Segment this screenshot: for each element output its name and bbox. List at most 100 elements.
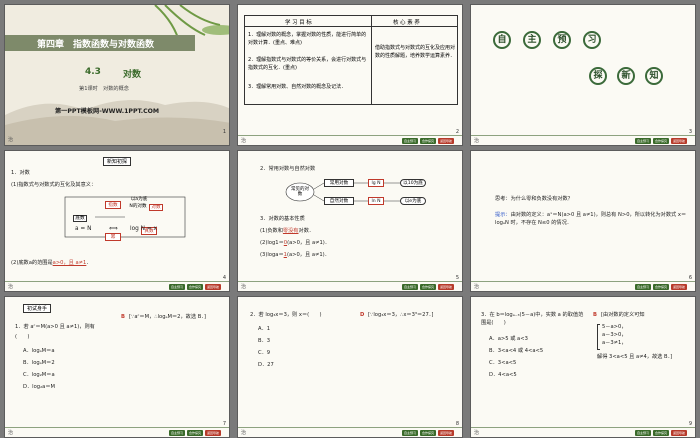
text-line: (3)loga＝1(a>0，且 a≠1)． (260, 251, 330, 259)
nav-btn-1[interactable]: 自主预习 (635, 430, 651, 436)
solution-text: [由对数的定义可知 (601, 312, 645, 318)
option-b: B．3<a<4 或 4<a<5 (489, 348, 544, 354)
goal-2: 2．理解指数式与对数式的等价关系，会进行对数式与指数式的互化．(重点) (248, 57, 367, 71)
question-text: 2．若 log₃x＝3，则 x＝( ) (250, 312, 322, 318)
text-segment: (a>0，且 a≠1)． (286, 252, 330, 258)
footer-nav: 自主预习 合作探究 返回导航 (635, 284, 687, 290)
nav-btn-5[interactable]: 返回导航 (205, 284, 221, 290)
page-number: 3 (688, 129, 692, 135)
option-a: A．1 (258, 326, 271, 332)
answer-letter: B (593, 312, 597, 318)
text-segment: ． (86, 260, 92, 266)
page-number: 5 (455, 275, 459, 281)
footer-label: 治 (8, 137, 14, 143)
hint-body: 由对数的定义：aˣ＝N(a>0 且 a≠1)，则总有 N>0，所以转化为对数式 … (495, 212, 687, 226)
footer-label: 治 (474, 430, 480, 436)
slide-thumbnail-1[interactable]: 第四章 指数函数与对数函数 4.3 对数 第1课时 对数的概念 第一PPT模板网… (4, 4, 230, 146)
footer-label: 治 (8, 430, 14, 436)
literacy-text: 借助指数式与对数式的互化及应用对数的性质解题，培养数学运算素养． (375, 45, 456, 59)
nav-btn-2[interactable]: 合作探究 (420, 138, 436, 144)
nav-btn-2[interactable]: 合作探究 (420, 284, 436, 290)
slide-thumbnail-5[interactable]: 2．常用对数与自然对数 常见的对数 常用对数 自然对数 lg N ln N 以1… (237, 150, 463, 292)
title-row-1: 自 主 预 习 (493, 31, 601, 49)
question-paren: ( ) (15, 334, 30, 340)
text-segment: 对数． (298, 228, 315, 234)
natural-log-box: 自然对数 (324, 197, 354, 205)
slide-thumbnail-3[interactable]: 自 主 预 习 探 新 知 治 自主预习 合作探究 返回导航 3 (470, 4, 696, 146)
title-char: 习 (583, 31, 601, 49)
slide-thumbnail-4[interactable]: 新知初探 1．对数 (1)指数式与对数式的互化及其意义： 指数 底数 幂 以a为… (4, 150, 230, 292)
answer-text: 零没有 (282, 228, 299, 234)
conversion-diagram-lines (64, 196, 186, 238)
label-logarithm: 对数 (149, 204, 163, 211)
nav-btn-5[interactable]: 返回导航 (438, 284, 454, 290)
page-number: 1 (222, 129, 226, 135)
footer-nav: 自主预习 合作探究 返回导航 (402, 430, 454, 436)
footer-nav: 自主预习 合作探究 返回导航 (402, 284, 454, 290)
nav-btn-2[interactable]: 合作探究 (420, 430, 436, 436)
nav-btn-1[interactable]: 自主预习 (169, 284, 185, 290)
slide-thumbnail-7[interactable]: 初试身手 1．若 aᶜ＝M(a>0 且 a≠1)，则有 ( ) A．logₐM＝… (4, 296, 230, 438)
label-log-of-n: N的对数 (129, 204, 147, 209)
option-a: A．a>5 或 a<3 (489, 336, 528, 342)
text-line: (1)负数和零没有对数． (260, 227, 314, 235)
hint-label: 提示： (495, 212, 511, 218)
title-char: 探 (589, 67, 607, 85)
title-char: 主 (523, 31, 541, 49)
text-line: 3．对数的基本性质 (260, 216, 305, 222)
slide-footer: 治 自主预习 合作探究 返回导航 (238, 281, 462, 291)
slide-thumbnail-6[interactable]: 思考：为什么零和负数没有对数？ 提示：由对数的定义：aˣ＝N(a>0 且 a≠1… (470, 150, 696, 292)
formula-exponential: a = N (75, 226, 92, 232)
nav-btn-5[interactable]: 返回导航 (671, 284, 687, 290)
nav-btn-5[interactable]: 返回导航 (671, 138, 687, 144)
title-char: 预 (553, 31, 571, 49)
answer-letter: D (360, 312, 365, 318)
nav-btn-1[interactable]: 自主预习 (402, 430, 418, 436)
solution-text: 解得 3<a<5 且 a≠4，故选 B．] (597, 354, 673, 360)
common-log-box: 常用对数 (324, 179, 354, 187)
slide-footer: 治 自主预习 合作探究 返回导航 (238, 427, 462, 437)
nav-btn-2[interactable]: 合作探究 (653, 138, 669, 144)
text-segment: (1)负数和 (260, 228, 283, 234)
nav-btn-2[interactable]: 合作探究 (187, 430, 203, 436)
goal-1: 1．理解对数的概念，掌握对数的性质，能进行简单的对数计算．(重点、难点) (248, 32, 367, 46)
slide-footer: 治 自主预习 合作探究 返回导航 (471, 281, 695, 291)
case-brace (597, 324, 600, 350)
nav-btn-2[interactable]: 合作探究 (187, 284, 203, 290)
lg-n-box: lg N (368, 179, 384, 187)
text-segment: (2)底数a的范围是 (11, 260, 53, 266)
slide-footer: 治 自主预习 合作探究 返回导航 (5, 427, 229, 437)
footer-label: 治 (8, 284, 14, 290)
option-a: A．logₐM＝a (23, 348, 55, 354)
slide-footer: 治 自主预习 合作探究 返回导航 (238, 135, 462, 145)
nav-btn-1[interactable]: 自主预习 (635, 138, 651, 144)
nav-btn-2[interactable]: 合作探究 (653, 430, 669, 436)
nav-btn-1[interactable]: 自主预习 (402, 138, 418, 144)
base-e-box: 以e为底 (400, 197, 426, 205)
title-row-2: 探 新 知 (589, 67, 663, 85)
footer-label: 治 (241, 284, 247, 290)
nav-btn-1[interactable]: 自主预习 (402, 284, 418, 290)
solution-text: [∵log₃x＝3，∴x＝3³＝27．] (368, 312, 434, 318)
slide-thumbnail-8[interactable]: 2．若 log₃x＝3，则 x＝( ) A．1 B．3 C．9 D．27 D [… (237, 296, 463, 438)
slide-thumbnail-9[interactable]: 3．在 b＝logₐ₋₃(5－a)中，实数 a 的取值范围是( ) A．a>5 … (470, 296, 696, 438)
nav-btn-5[interactable]: 返回导航 (205, 430, 221, 436)
slide-thumbnail-2[interactable]: 学 习 目 标 核 心 素 养 1．理解对数的概念，掌握对数的性质，能进行简单的… (237, 4, 463, 146)
option-c: C．3<a<5 (489, 360, 517, 366)
case-line: a－3>0， (602, 332, 627, 338)
option-b: B．logₐM＝2 (23, 360, 55, 366)
footer-nav: 自主预习 合作探究 返回导航 (635, 430, 687, 436)
nav-btn-5[interactable]: 返回导航 (671, 430, 687, 436)
question-text: 1．若 aᶜ＝M(a>0 且 a≠1)，则有 (15, 324, 95, 330)
label-power: 幂 (105, 233, 121, 241)
nav-btn-1[interactable]: 自主预习 (169, 430, 185, 436)
section-title: 对数 (123, 70, 142, 80)
nav-btn-5[interactable]: 返回导航 (438, 430, 454, 436)
brand-text: 第一PPT模板网-WWW.1PPT.COM (55, 108, 160, 115)
footer-nav: 自主预习 合作探究 返回导航 (402, 138, 454, 144)
text-line: (2)log1＝0(a>0，且 a≠1)． (260, 239, 330, 247)
chapter-title: 第四章 指数函数与对数函数 (37, 40, 155, 50)
nav-btn-2[interactable]: 合作探究 (653, 284, 669, 290)
nav-btn-5[interactable]: 返回导航 (438, 138, 454, 144)
nav-btn-1[interactable]: 自主预习 (635, 284, 651, 290)
